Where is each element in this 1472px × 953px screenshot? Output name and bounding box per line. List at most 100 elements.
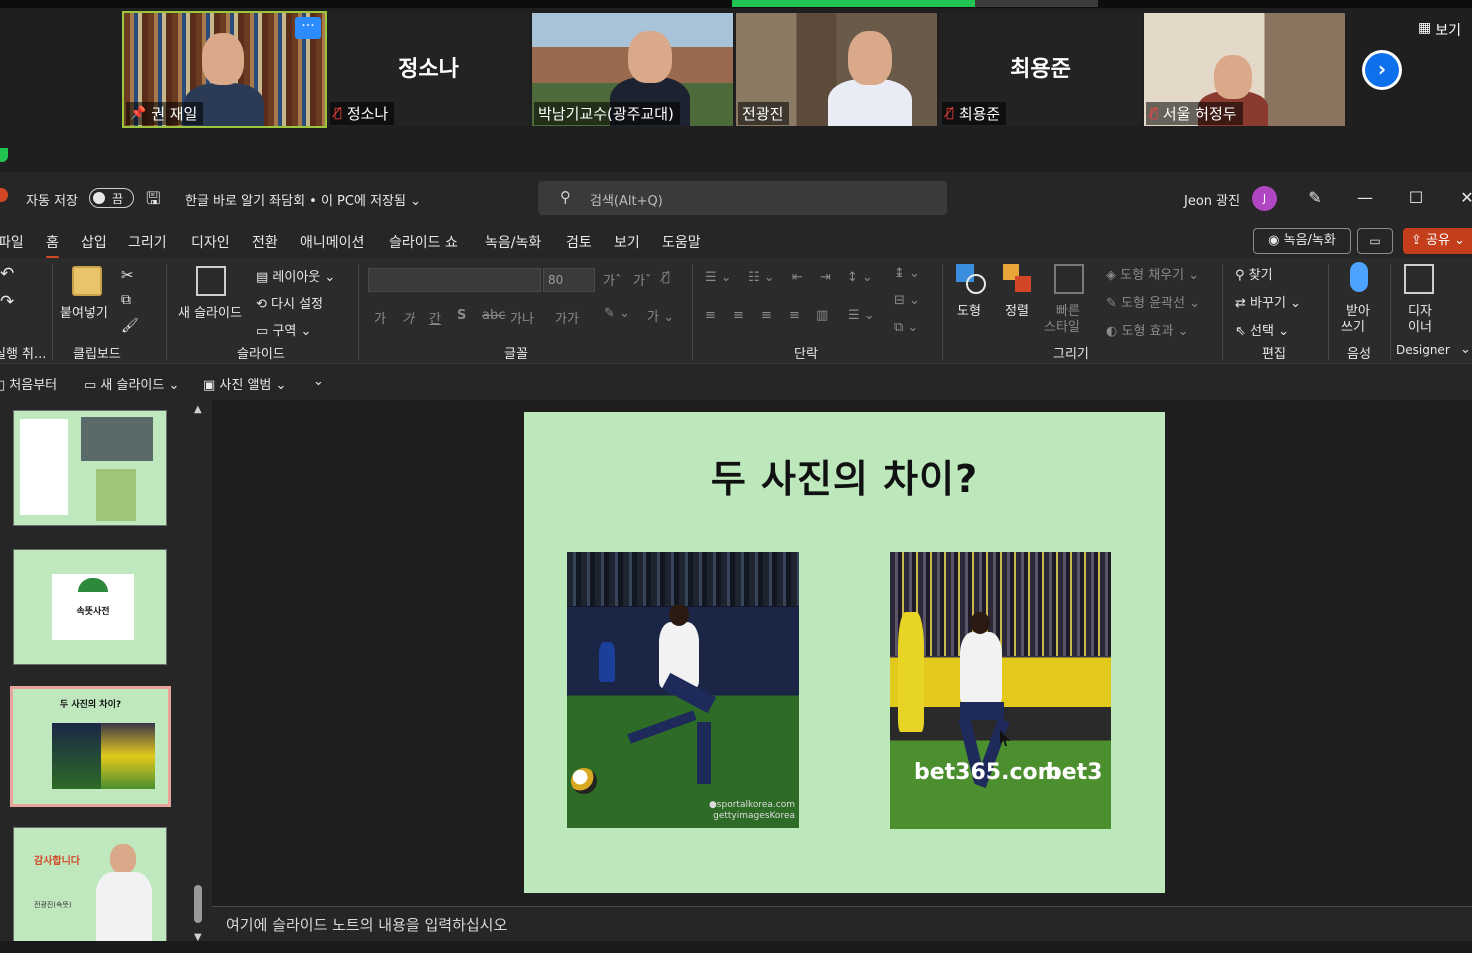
designer-icon[interactable] [1404,264,1434,294]
italic-button[interactable]: 가 [402,308,414,327]
tab-slideshow[interactable]: 슬라이드 쇼 [389,232,458,252]
cut-icon[interactable]: ✂ [121,266,134,284]
search-box[interactable]: ⚲ 검색(Alt+Q) [538,181,947,215]
tab-animations[interactable]: 애니메이션 [300,232,364,252]
thumbnails-scrollbar[interactable]: ▲ ▼ [194,404,204,943]
dictate-label-2[interactable]: 쓰기 [1341,316,1365,335]
line-spacing-icon[interactable]: ↕ ⌄ [847,270,873,285]
participant-tile[interactable]: 정소나 🎙̸ 정소나 [328,13,529,126]
layout-button[interactable]: ▤ 레이아웃 ⌄ [256,266,335,285]
copy-icon[interactable]: ⧉ [121,292,131,308]
from-start-button[interactable]: ▯ 처음부터 [0,374,57,393]
current-slide[interactable]: 두 사진의 차이? ●sportalkorea.com gettyimagesK… [524,412,1165,893]
paste-icon[interactable] [72,266,102,296]
soccer-photo-left[interactable]: ●sportalkorea.com gettyimagesKorea [567,552,799,828]
reset-button[interactable]: ⟲ 다시 설정 [256,293,323,312]
arrange-label[interactable]: 정렬 [1005,300,1029,319]
minimize-button[interactable]: — [1350,184,1380,212]
font-size-field[interactable]: 80 [543,268,595,292]
select-button[interactable]: ⇖ 선택 ⌄ [1235,320,1289,339]
tab-transitions[interactable]: 전환 [252,232,278,252]
tab-help[interactable]: 도움말 [662,232,701,252]
shape-effects-button[interactable]: ◐ 도형 효과 ⌄ [1106,320,1189,339]
quick-styles-icon[interactable] [1054,264,1084,294]
scroll-up-icon[interactable]: ▲ [194,404,202,415]
participant-tile[interactable]: 박남기교수(광주교대) [532,13,733,126]
comments-button[interactable]: ▭ [1357,228,1393,254]
section-button[interactable]: ▭ 구역 ⌄ [256,320,311,339]
format-painter-icon[interactable]: 🖌 [121,318,139,334]
columns-icon[interactable]: ▥ [816,308,828,323]
char-spacing-button[interactable]: 가나 [510,308,534,327]
grow-font-icon[interactable]: 가ˆ [603,270,621,289]
shape-fill-button[interactable]: ◈ 도형 채우기 ⌄ [1106,264,1199,283]
slide-thumbnail[interactable]: 감사합니다 전광진(속뜻) [13,827,167,953]
more-options-button[interactable]: ··· [295,17,321,39]
shapes-label[interactable]: 도형 [957,300,981,319]
customize-qat-icon[interactable]: ⌄ [313,374,324,389]
ribbon-collapse-icon[interactable]: ⌄ [1460,342,1471,357]
text-direction-icon[interactable]: ↨ ⌄ [894,266,920,281]
security-shield-icon[interactable] [0,148,8,162]
shape-outline-button[interactable]: ✎ 도형 윤곽선 ⌄ [1106,292,1200,311]
align-text-icon[interactable]: ☰ ⌄ [848,308,875,323]
save-icon[interactable]: 🖫 [146,186,160,215]
slide-thumbnail[interactable]: 속뜻사전 [13,549,167,665]
shadow-button[interactable]: S [457,308,466,323]
tab-review[interactable]: 검토 [566,232,592,252]
bold-button[interactable]: 가 [374,308,386,327]
document-title[interactable]: 한글 바로 알기 좌담회 • 이 PC에 저장됨 ⌄ [185,190,421,209]
align-center-icon[interactable]: ≡ [733,308,744,323]
maximize-button[interactable]: ☐ [1401,184,1431,212]
participant-tile[interactable]: 최용준 🎙̸ 최용준 [940,13,1141,126]
new-slide-icon[interactable] [196,266,226,296]
smartart-icon[interactable]: ⧉ ⌄ [894,320,918,335]
change-case-button[interactable]: 가가 [555,308,579,327]
paste-label[interactable]: 붙여넣기 [60,302,108,321]
align-text-vertical-icon[interactable]: ⊟ ⌄ [894,293,920,308]
redo-icon[interactable]: ↷ [0,292,14,312]
font-color-icon[interactable]: 가 ⌄ [647,306,674,325]
user-name[interactable]: Jeon 광진 [1184,190,1240,209]
slide-title[interactable]: 두 사진의 차이? [524,448,1165,503]
strikethrough-button[interactable]: abc [482,308,505,323]
tab-view[interactable]: 보기 [614,232,640,252]
tab-file[interactable]: 파일 [0,232,24,252]
arrange-icon[interactable] [1003,264,1033,294]
pen-icon[interactable]: ✎ [1300,184,1330,212]
new-slide-label[interactable]: 새 슬라이드 [178,302,242,321]
slide-thumbnail-selected[interactable]: 두 사진의 차이? [10,686,171,807]
slide-thumbnail[interactable] [13,410,167,526]
autosave-toggle[interactable]: 끔 [89,188,134,208]
increase-indent-icon[interactable]: ⇥ [820,270,831,285]
microphone-icon[interactable] [1350,262,1368,292]
highlight-icon[interactable]: ✎ ⌄ [604,306,630,321]
tab-home[interactable]: 홈 [46,232,59,259]
qat-new-slide-button[interactable]: ▭ 새 슬라이드 ⌄ [84,374,179,393]
bullets-icon[interactable]: ☰ ⌄ [705,270,732,285]
align-left-icon[interactable]: ≡ [705,308,716,323]
designer-label-2[interactable]: 이너 [1408,316,1432,335]
tab-design[interactable]: 디자인 [191,232,230,252]
find-button[interactable]: ⚲ 찾기 [1235,264,1273,283]
close-button[interactable]: ✕ [1452,184,1472,212]
tab-draw[interactable]: 그리기 [128,232,167,252]
soccer-photo-right[interactable]: bet365.com bet3 [890,552,1111,829]
participant-tile[interactable]: 🎙̸ 서울 허정두 [1144,13,1345,126]
tab-record[interactable]: 녹음/녹화 [485,232,541,252]
font-name-field[interactable] [368,268,541,292]
tab-insert[interactable]: 삽입 [81,232,107,252]
replace-button[interactable]: ⇄ 바꾸기 ⌄ [1235,292,1301,311]
clear-format-icon[interactable]: 가̸ [662,270,670,285]
quick-styles-label-2[interactable]: 스타일 [1044,316,1080,335]
record-button[interactable]: ◉ 녹음/녹화 [1253,228,1351,254]
notes-pane[interactable]: 여기에 슬라이드 노트의 내용을 입력하십시오 [212,906,1472,941]
undo-icon[interactable]: ↶ [0,264,14,284]
photo-album-button[interactable]: ▣ 사진 앨범 ⌄ [203,374,286,393]
shapes-icon[interactable] [956,264,986,294]
underline-button[interactable]: 간 [429,308,441,327]
participant-tile[interactable]: 전광진 [736,13,937,126]
justify-icon[interactable]: ≡ [789,308,800,323]
view-button[interactable]: ▦ 보기 [1418,20,1461,40]
decrease-indent-icon[interactable]: ⇤ [792,270,803,285]
